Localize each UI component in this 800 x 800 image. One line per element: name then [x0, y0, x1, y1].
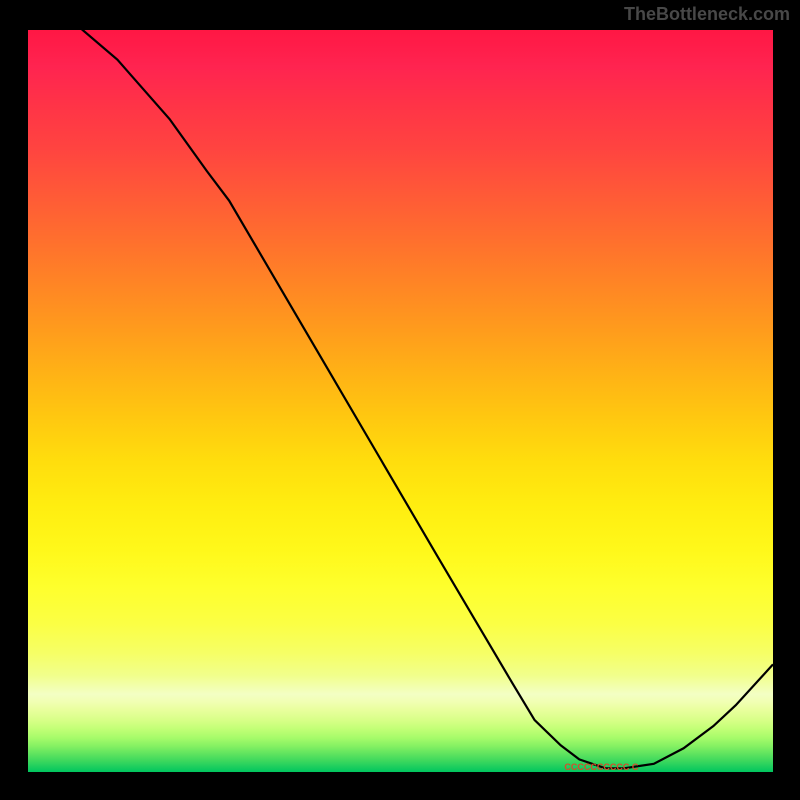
attribution-text: TheBottleneck.com — [624, 4, 790, 25]
chart-annotation: CCCCCCCCCC C — [564, 762, 638, 772]
chart-curve — [28, 30, 773, 772]
